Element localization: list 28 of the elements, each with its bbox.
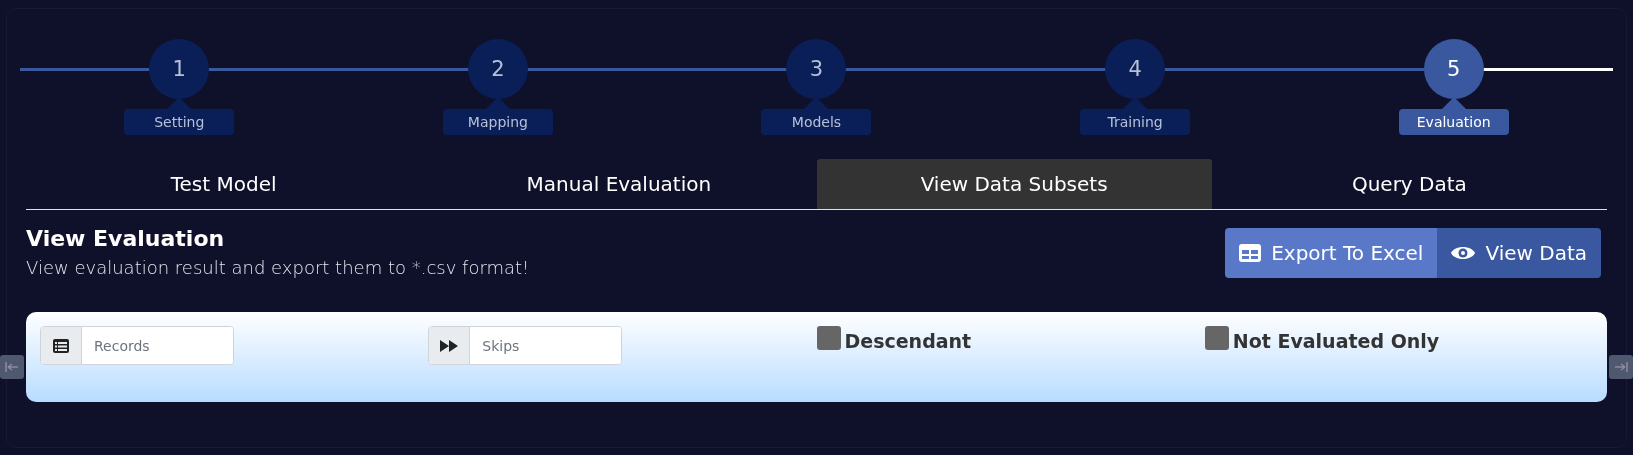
step-circle[interactable]: 3 (786, 39, 847, 99)
checkbox[interactable] (816, 326, 841, 350)
fast-forward-icon (440, 339, 459, 352)
checkbox[interactable] (1204, 326, 1229, 350)
step-label: Setting (124, 109, 235, 135)
step-circle[interactable]: 2 (467, 39, 528, 99)
section-subtitle: View evaluation result and export them to *.csv format! (26, 257, 530, 278)
tab[interactable]: Query Data (1211, 159, 1607, 209)
number-input[interactable]: Skips (428, 326, 623, 365)
number-input[interactable]: Records (40, 326, 234, 365)
checkbox-label: Descendant (844, 330, 972, 352)
tab[interactable]: Manual Evaluation (421, 159, 817, 209)
step-circle[interactable]: 1 (149, 39, 210, 99)
view-data-button[interactable]: View Data (1437, 228, 1601, 278)
list-icon (53, 338, 69, 353)
table-icon (1239, 244, 1262, 262)
step-label: Mapping (442, 109, 553, 135)
tab[interactable]: View Data Subsets (816, 159, 1212, 209)
step-label: Models (761, 109, 872, 135)
checkbox-label: Not Evaluated Only (1232, 330, 1440, 352)
section-title: View Evaluation (26, 226, 226, 251)
export-button[interactable]: Export To Excel (1225, 228, 1438, 278)
step-circle[interactable]: 5 (1423, 39, 1484, 99)
step-label: Evaluation (1398, 109, 1509, 135)
tab[interactable]: Test Model (26, 159, 422, 209)
eye-icon (1451, 245, 1476, 261)
step-circle[interactable]: 4 (1105, 39, 1166, 99)
step-label: Training (1080, 109, 1191, 135)
